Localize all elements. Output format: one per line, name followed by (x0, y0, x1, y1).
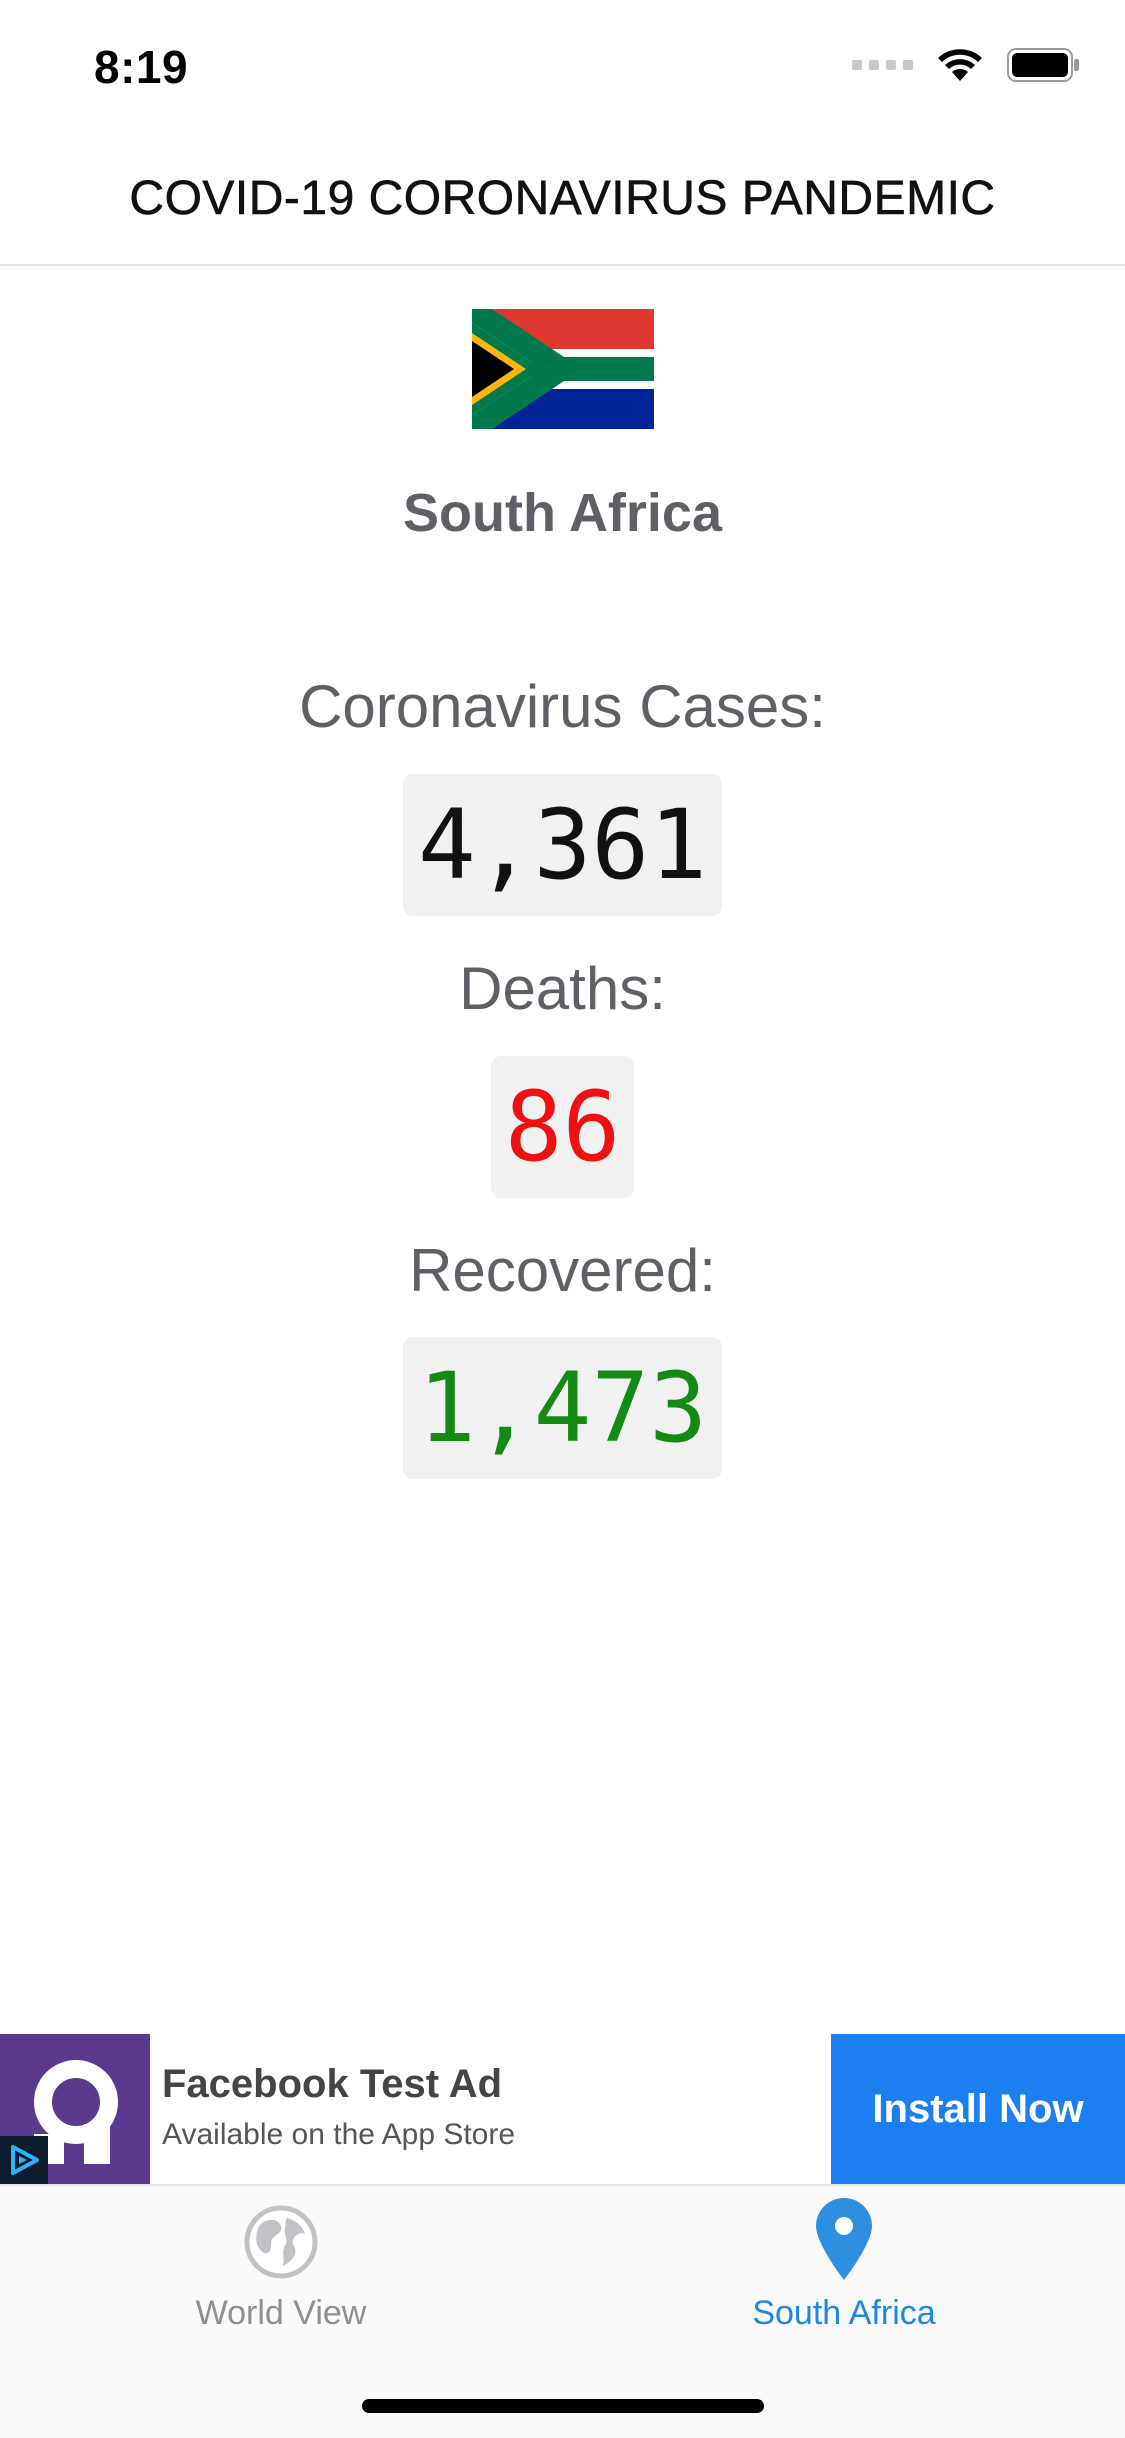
tab-world-view[interactable]: World View (0, 2186, 562, 2336)
status-bar: 8:19 (0, 0, 1125, 132)
cellular-signal-icon (852, 60, 913, 70)
south-africa-flag-icon (472, 309, 654, 429)
install-now-button[interactable]: Install Now (831, 2034, 1125, 2184)
status-time: 8:19 (94, 41, 189, 93)
location-pin-icon (816, 2198, 872, 2280)
wifi-icon (938, 49, 982, 81)
home-indicator[interactable] (362, 2399, 764, 2413)
globe-icon (244, 2205, 318, 2279)
tab-bar: World View South Africa (0, 2184, 1125, 2438)
cases-label: Coronavirus Cases: (299, 673, 826, 740)
tab-world-view-label: World View (195, 2294, 367, 2332)
recovered-value-box: 1,473 (403, 1337, 722, 1479)
deaths-value: 86 (504, 1071, 621, 1183)
recovered-value: 1,473 (418, 1352, 707, 1464)
tab-south-africa-label: South Africa (752, 2294, 936, 2332)
cases-value: 4,361 (418, 789, 707, 901)
status-icons (852, 48, 1081, 82)
battery-icon (1007, 48, 1079, 82)
ad-subtitle[interactable]: Available on the App Store (162, 2118, 515, 2152)
ad-banner[interactable]: Facebook Test Ad Available on the App St… (0, 2034, 1125, 2184)
app-header: COVID-19 CORONAVIRUS PANDEMIC (0, 132, 1125, 266)
cases-value-box: 4,361 (403, 774, 722, 916)
ad-logo[interactable] (0, 2034, 150, 2184)
ad-choices-icon[interactable] (0, 2136, 48, 2184)
tab-south-africa[interactable]: South Africa (563, 2186, 1125, 2336)
country-name: South Africa (402, 483, 723, 543)
deaths-label: Deaths: (459, 955, 666, 1022)
recovered-label: Recovered: (409, 1237, 716, 1304)
app-title: COVID-19 CORONAVIRUS PANDEMIC (129, 171, 996, 225)
deaths-value-box: 86 (491, 1056, 634, 1198)
ad-title[interactable]: Facebook Test Ad (162, 2062, 502, 2107)
